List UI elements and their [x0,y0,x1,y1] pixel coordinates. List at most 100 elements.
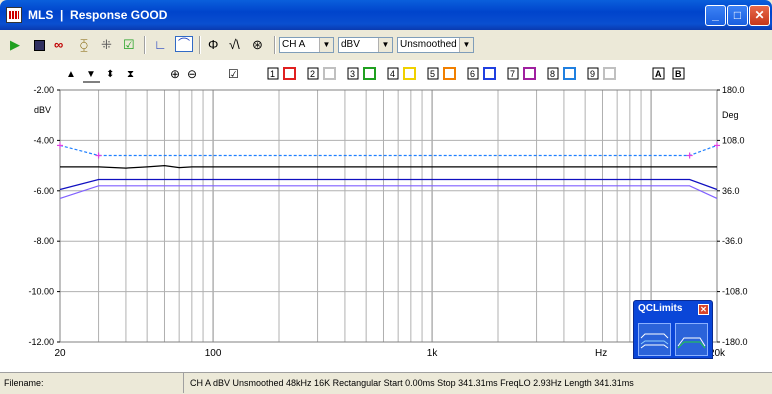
smoothing-select[interactable]: Unsmoothed ▼ [397,37,474,53]
channel-toggle-4[interactable]: 4 [387,67,416,80]
b-label: B [675,69,682,79]
chevron-down-icon[interactable]: ▼ [459,38,473,52]
main-toolbar: ▶ ∞ ⧲ ⁜ ☑ ∟ ⌒ Φ √\ ⊛ CH A ▼ dBV ▼ Unsmoo… [0,30,772,61]
series-line-2 [59,144,718,157]
curve-icon[interactable]: ⌒ [175,36,193,52]
channel-number: 9 [590,69,595,79]
play-icon[interactable]: ▶ [10,38,20,52]
y-tick-label: -6.00 [33,186,54,196]
channel-color-swatch [483,67,496,80]
maximize-button[interactable]: □ [727,5,748,26]
zoom-in-icon[interactable]: ⊕ [170,67,180,81]
plot-frame [59,89,718,343]
channel-number: 5 [430,69,435,79]
x-gridlines [98,90,652,342]
channel-color-swatch [323,67,336,80]
smoothing-select-value: Unsmoothed [400,39,457,50]
qclimits-window[interactable]: QCLimits ✕ [633,300,713,359]
channel-number: 8 [550,69,555,79]
channel-toggle-8[interactable]: 8 [547,67,576,80]
contract-icon[interactable]: ⧗ [127,69,134,80]
channel-select[interactable]: CH A ▼ [279,37,334,53]
stack-icon[interactable]: ⁜ [101,38,112,52]
channel-toggle-5[interactable]: 5 [427,67,456,80]
channel-color-swatch [523,67,536,80]
y-tick-label: -8.00 [33,236,54,246]
x-axis-ticks: 201001k10k20k [54,348,726,359]
chart-area: ▲ ▼ ⬍ ⧗ ⊕ ⊖ ☑ 1 2 3 4 5 6 7 8 9 A B -2.00 -4.00 -6… [0,60,772,372]
chevron-down-icon[interactable]: ▼ [378,38,392,52]
y2-tick-label: -180.0 [722,337,748,347]
limit-shape-icon [640,333,669,349]
y2-tick-label: -36.0 [722,236,743,246]
channel-color-swatch [443,67,456,80]
channel-color-swatch [403,67,416,80]
y2-tick-label: 180.0 [722,85,745,95]
channel-toggles: 1 2 3 4 5 6 7 8 9 [267,67,616,80]
app-icon [6,7,22,23]
channel-number: 6 [470,69,475,79]
a-label: A [655,69,662,79]
y-tick-label: -4.00 [33,135,54,145]
channel-number: 4 [390,69,395,79]
y2-tick-label: 36.0 [722,186,740,196]
channel-toggle-2[interactable]: 2 [307,67,336,80]
channel-toggle-7[interactable]: 7 [507,67,536,80]
title-separator: | [60,8,64,22]
sqrt-icon[interactable]: √\ [229,38,240,52]
down-arrow-icon[interactable]: ▼ [86,69,96,80]
chevron-down-icon[interactable]: ▼ [319,38,333,52]
corner-line-icon[interactable]: ∟ [154,38,167,52]
window-title: MLS | Response GOOD [28,8,167,22]
check-icon[interactable]: ☑ [123,38,135,52]
phi-icon[interactable]: Φ [208,38,218,52]
channel-toggle-6[interactable]: 6 [467,67,496,80]
chart-toolbar: ▲ ▼ ⬍ ⧗ ⊕ ⊖ ☑ 1 2 3 4 5 6 7 8 9 A B [66,67,685,83]
check-icon[interactable]: ☑ [228,67,239,81]
y2-axis-ticks: 180.0 108.0 36.0 -36.0 -108.0 -180.0 [717,85,748,347]
x-axis-label: Hz [595,348,607,359]
y-axis-label: dBV [34,105,51,115]
series-line-4 [59,185,718,199]
y-tick-label: -10.00 [28,287,54,297]
channel-select-value: CH A [282,39,306,50]
y-tick-label: -12.00 [28,337,54,347]
y2-tick-label: 108.0 [722,135,745,145]
channel-toggle-1[interactable]: 1 [267,67,296,80]
close-icon[interactable]: ✕ [698,304,709,315]
y-tick-label: -2.00 [33,85,54,95]
minimize-button[interactable]: _ [705,5,726,26]
channel-toggle-3[interactable]: 3 [347,67,376,80]
document-title: Response GOOD [70,8,168,22]
up-arrow-icon[interactable]: ▲ [66,69,76,80]
channel-toggle-9[interactable]: 9 [587,67,616,80]
y-axis-ticks: -2.00 -4.00 -6.00 -8.00 -10.00 -12.00 [28,85,60,347]
save-icon[interactable] [34,40,45,51]
y-gridlines [60,139,717,293]
x-tick-label: 20 [54,348,66,359]
channel-number: 1 [270,69,275,79]
loop-icon[interactable]: ∞ [54,38,63,52]
measurement-params: CH A dBV Unsmoothed 48kHz 16K Rectangula… [183,373,634,393]
y2-axis-label: Deg [722,110,739,120]
unit-select-value: dBV [341,39,360,50]
toolbar-separator [144,36,146,54]
probe-icon[interactable]: ⧲ [80,38,88,52]
qc-limit-curve-button[interactable] [675,323,708,356]
expand-icon[interactable]: ⬍ [106,69,114,80]
dial-icon[interactable]: ⊛ [252,38,263,52]
channel-color-swatch [563,67,576,80]
qc-limit-shape-button[interactable] [638,323,671,356]
limit-curve-icon [677,337,706,349]
unit-select[interactable]: dBV ▼ [338,37,393,53]
channel-number: 7 [510,69,515,79]
x-tick-label: 100 [205,348,222,359]
toolbar-separator [274,36,276,54]
close-button[interactable]: ✕ [749,5,770,26]
channel-number: 2 [310,69,315,79]
qclimits-title: QCLimits [638,303,683,314]
series-line-3 [59,178,718,191]
status-bar: Filename: CH A dBV Unsmoothed 48kHz 16K … [0,372,772,394]
limit-markers [57,142,720,159]
zoom-out-icon[interactable]: ⊖ [187,67,197,81]
